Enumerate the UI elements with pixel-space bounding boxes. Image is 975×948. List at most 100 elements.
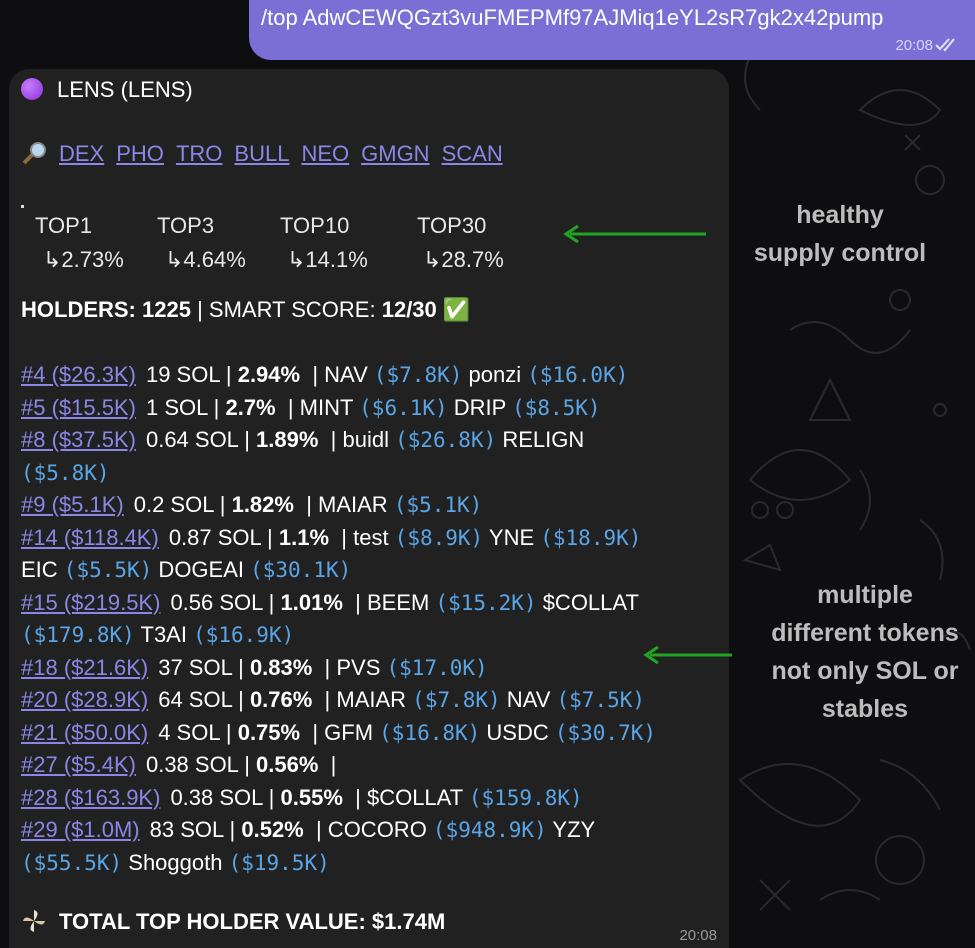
token-value: ($5.5K) (63, 558, 153, 582)
holder-row: #29 ($1.0M) 83 SOL | 0.52% | COCORO ($948… (21, 814, 721, 847)
holder-text: 83 SOL | (149, 817, 242, 842)
token-title: LENS (LENS) (57, 77, 193, 102)
holder-rank-link[interactable]: #15 ($219.5K) (21, 590, 160, 615)
incoming-message[interactable]: LENS (LENS) DEX PHO TRO BULL NEO GMGN SCAN TOP… (9, 69, 729, 948)
holder-text: | NAV (300, 362, 374, 387)
token-value: ($15.2K) (435, 590, 537, 615)
holder-text: | BEEM (342, 589, 436, 615)
holders-label: HOLDERS: (21, 297, 136, 322)
holder-percent: 1.89% (256, 427, 319, 452)
holder-row: #18 ($21.6K) 37 SOL | 0.83% | PVS ($17.0K… (21, 652, 721, 685)
token-value: ($5.1K) (393, 493, 483, 517)
holder-text: 0.64 SOL | (145, 427, 257, 452)
link-gmgn[interactable]: GMGN (361, 141, 429, 166)
token-value: ($8.5K) (512, 395, 601, 420)
token-value: ($7.8K) (412, 688, 501, 712)
holder-row: EIC ($5.5K) DOGEAI ($30.1K) (21, 554, 721, 587)
link-pho[interactable]: PHO (116, 141, 164, 166)
holders-list: #4 ($26.3K) 19 SOL | 2.94% | NAV ($7.8K) … (21, 359, 721, 879)
token-value: ($8.9K) (394, 525, 484, 550)
holder-text: | $COLLAT (342, 784, 469, 810)
holder-text: | GFM (300, 719, 380, 745)
holder-text: USDC (480, 719, 555, 745)
top10-label: TOP10 (280, 213, 350, 238)
holder-text: EIC (21, 557, 64, 582)
holder-rank-link[interactable]: #8 ($37.5K) (21, 427, 136, 452)
holder-percent: 0.55% (280, 784, 343, 810)
separator-dot (21, 205, 24, 208)
holder-text: | MINT (275, 394, 360, 420)
link-bull[interactable]: BULL (234, 141, 289, 166)
token-value: ($55.5K) (21, 850, 123, 875)
outgoing-message-text: /top AdwCEWQGzt3vuFMEPMf97AJMiq1eYL2sR7g… (261, 5, 884, 30)
link-dex[interactable]: DEX (59, 141, 104, 166)
outgoing-message[interactable]: /top AdwCEWQGzt3vuFMEPMf97AJMiq1eYL2sR7g… (249, 0, 975, 60)
holders-value: 1225 (142, 297, 191, 322)
links-line: DEX PHO TRO BULL NEO GMGN SCAN (21, 140, 515, 167)
holder-rank-link[interactable]: #20 ($28.9K) (21, 687, 148, 712)
holder-text: 1 SOL | (145, 394, 226, 420)
holder-row: #4 ($26.3K) 19 SOL | 2.94% | NAV ($7.8K) … (21, 359, 721, 392)
token-value: ($26.8K) (395, 428, 497, 452)
holder-row: #5 ($15.5K) 1 SOL | 2.7% | MINT ($6.1K) D… (21, 392, 721, 425)
token-value: ($5.8K) (21, 460, 110, 485)
annotation-tokens-line4: stables (821, 695, 909, 723)
holder-text: 0.56 SOL | (170, 589, 281, 615)
holder-rank-link[interactable]: #5 ($15.5K) (21, 395, 136, 420)
annotation-supply-line2: supply control (753, 239, 927, 267)
magnifier-icon (22, 142, 46, 165)
link-neo[interactable]: NEO (301, 141, 349, 166)
holder-text: 37 SOL | (158, 654, 250, 680)
link-tro[interactable]: TRO (176, 141, 222, 166)
annotation-supply: healthy supply control (740, 196, 940, 272)
smart-score-label: SMART SCORE: (208, 297, 376, 322)
outgoing-message-time: 20:08 (895, 37, 933, 54)
arrow-left-icon (643, 645, 732, 665)
token-value: ($16.8K) (379, 720, 481, 745)
holder-text: YNE (483, 524, 541, 550)
total-value: TOTAL TOP HOLDER VALUE: $1.74M (59, 909, 446, 934)
holder-rank-link[interactable]: #14 ($118.4K) (21, 525, 159, 550)
holder-text: ponzi (462, 362, 528, 387)
token-value: ($17.0K) (386, 655, 488, 680)
holder-text: 0.2 SOL | (133, 492, 232, 517)
holder-percent: 2.94% (237, 362, 301, 387)
holder-rank-link[interactable]: #21 ($50.0K) (21, 720, 148, 745)
token-value: ($16.9K) (193, 623, 295, 647)
holder-rank-link[interactable]: #9 ($5.1K) (21, 492, 124, 517)
holder-text: Shoggoth (122, 849, 229, 875)
holder-row: #28 ($163.9K) 0.38 SOL | 0.55% | $COLLAT … (21, 782, 721, 815)
top3-label: TOP3 (157, 213, 215, 238)
annotation-tokens: multiple different tokens not only SOL o… (755, 576, 975, 728)
holder-text: 0.38 SOL | (145, 752, 257, 777)
link-scan[interactable]: SCAN (442, 141, 503, 166)
holder-rank-link[interactable]: #29 ($1.0M) (21, 817, 140, 842)
total-line: TOTAL TOP HOLDER VALUE: $1.74M (21, 908, 445, 935)
holder-text: DOGEAI (152, 557, 251, 582)
holder-row: #15 ($219.5K) 0.56 SOL | 1.01% | BEEM ($1… (21, 587, 721, 620)
holder-text: | MAIAR (293, 492, 394, 517)
holder-text: | COCORO (303, 817, 433, 842)
holder-row: #27 ($5.4K) 0.38 SOL | 0.56% | (21, 749, 721, 782)
holder-percent: 0.76% (249, 687, 313, 712)
arrow-left-icon (563, 224, 706, 244)
holder-row: ($179.8K) T3AI ($16.9K) (21, 619, 721, 652)
token-value: ($6.1K) (359, 395, 448, 420)
holder-percent: 0.52% (241, 817, 304, 842)
holder-row: #21 ($50.0K) 4 SOL | 0.75% | GFM ($16.8K)… (21, 717, 721, 750)
holder-rank-link[interactable]: #27 ($5.4K) (21, 752, 136, 777)
token-value: ($30.1K) (250, 558, 352, 582)
holder-rank-link[interactable]: #28 ($163.9K) (21, 785, 160, 810)
holder-text: 0.87 SOL | (168, 524, 279, 550)
holder-text: | test (329, 524, 395, 550)
holder-percent: 0.83% (249, 654, 313, 680)
annotation-supply-line1: healthy (796, 201, 884, 229)
token-value: ($179.8K) (21, 623, 135, 647)
top3-value: ↳4.64% (165, 247, 246, 272)
holder-percent: 2.7% (225, 394, 276, 420)
double-check-icon (935, 38, 955, 52)
holder-rank-link[interactable]: #18 ($21.6K) (21, 655, 148, 680)
holder-text: YZY (546, 817, 596, 842)
holder-rank-link[interactable]: #4 ($26.3K) (21, 362, 136, 387)
annotation-tokens-line3: not only SOL or (771, 657, 959, 685)
